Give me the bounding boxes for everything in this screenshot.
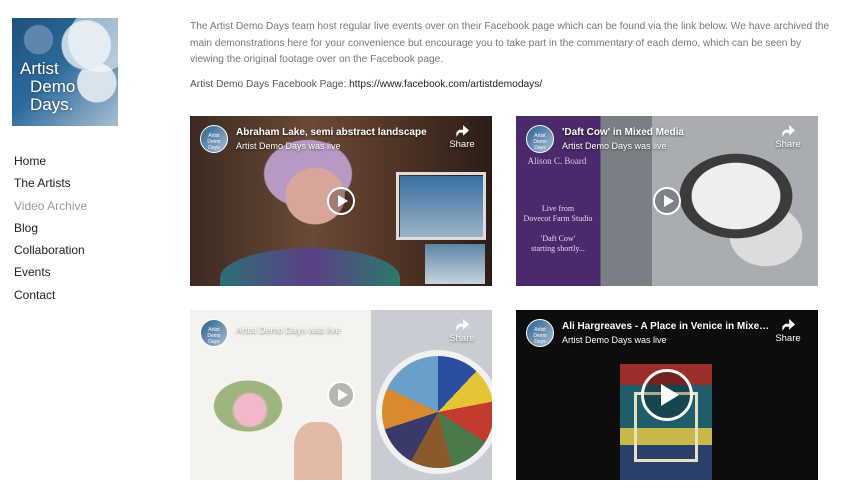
nav-item-events[interactable]: Events [14,261,87,283]
play-button[interactable] [327,187,355,215]
video-subtitle: Artist Demo Days was live [236,325,341,335]
video-subtitle: Artist Demo Days was live [562,335,667,345]
intro-paragraph: The Artist Demo Days team host regular l… [190,21,830,65]
share-label: Share [775,139,801,150]
video-card-4[interactable]: Artist Demo Days Ali Hargreaves - A Plac… [516,310,818,480]
logo-line-2: Demo [30,77,76,96]
play-button[interactable] [653,187,681,215]
video-subtitle: Artist Demo Days was live [236,141,341,151]
share-button[interactable]: Share [446,319,478,344]
facebook-link[interactable]: https://www.facebook.com/artistdemodays/ [349,79,542,90]
video-header: Artist Demo Days Abraham Lake, semi abst… [200,125,482,155]
live-from-text: Live from [541,204,575,213]
logo-line-1: Artist [20,59,59,78]
share-icon [782,319,795,331]
share-button[interactable]: Share [772,319,804,344]
video-header: Artist Demo Days Ali Hargreaves - A Plac… [526,319,808,349]
share-icon [782,125,795,137]
share-button[interactable]: Share [446,125,478,150]
video-subtitle: Artist Demo Days was live [562,141,667,151]
share-label: Share [775,333,801,344]
facebook-line: Artist Demo Days Facebook Page: https://… [190,77,830,94]
video-card-2[interactable]: Alison C. Board Live from Dovecot Farm S… [516,116,818,286]
channel-avatar[interactable]: Artist Demo Days [526,319,554,347]
facebook-label: Artist Demo Days Facebook Page: [190,78,350,90]
studio-text: Dovecot Farm Studio [523,214,593,223]
share-button[interactable]: Share [772,125,804,150]
share-label: Share [449,139,475,150]
video-card-3[interactable]: Artist Demo Days Artist Demo Days was li… [190,310,492,480]
live-info-overlay: Live from Dovecot Farm Studio 'Daft Cow'… [516,204,600,254]
artist-figure [220,248,400,286]
nav-item-contact[interactable]: Contact [14,284,87,306]
video-title[interactable]: 'Daft Cow' in Mixed Media [562,127,772,138]
play-button[interactable] [641,369,693,421]
main-nav: Home The Artists Video Archive Blog Coll… [14,150,87,306]
video-title[interactable]: Ali Hargreaves - A Place in Venice in Mi… [562,321,772,332]
paint-palette [376,350,492,474]
share-label: Share [449,333,475,344]
nav-item-video-archive[interactable]: Video Archive [14,195,87,217]
artist-name-overlay: Alison C. Board [527,156,587,166]
logo-text: Artist Demo Days. [20,60,75,114]
share-icon [456,125,469,137]
video-header: Artist Demo Days Artist Demo Days was li… [200,319,482,349]
logo-line-3: Days. [30,95,74,114]
nav-item-blog[interactable]: Blog [14,217,87,239]
nav-item-collaboration[interactable]: Collaboration [14,239,87,261]
site-logo[interactable]: Artist Demo Days. [12,18,118,126]
daft-cow-text: 'Daft Cow' [540,234,576,243]
starting-text: starting shortly... [531,244,585,253]
nav-item-home[interactable]: Home [14,150,87,172]
channel-avatar[interactable]: Artist Demo Days [200,125,228,153]
painting-frame [396,172,486,240]
video-header: Artist Demo Days 'Daft Cow' in Mixed Med… [526,125,808,155]
painting-hand [294,422,342,480]
share-icon [456,319,469,331]
play-button[interactable] [327,381,355,409]
video-card-1[interactable]: Artist Demo Days Abraham Lake, semi abst… [190,116,492,286]
nav-item-the-artists[interactable]: The Artists [14,172,87,194]
channel-avatar[interactable]: Artist Demo Days [200,319,228,347]
video-title[interactable]: Abraham Lake, semi abstract landscape [236,127,446,138]
intro-section: The Artist Demo Days team host regular l… [190,19,830,93]
channel-avatar[interactable]: Artist Demo Days [526,125,554,153]
